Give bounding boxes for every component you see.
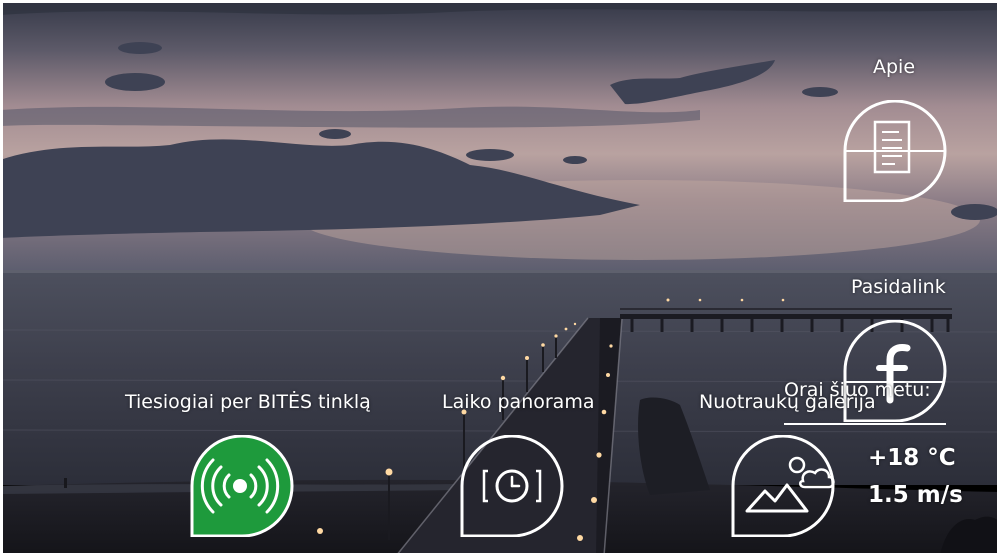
gallery-label: Nuotraukų galerija [699,391,876,413]
live-stream-label: Tiesiogiai per BITĖS tinklą [125,391,371,413]
share-label: Pasidalink [851,276,946,298]
weather-temperature: +18 °C [868,445,956,471]
broadcast-icon [190,435,294,537]
weather-wind: 1.5 m/s [868,482,963,508]
live-stream-button[interactable] [190,435,294,537]
gallery-button[interactable] [731,435,835,537]
about-button[interactable] [843,100,947,202]
timelapse-button[interactable] [460,435,564,537]
timelapse-label: Laiko panorama [442,391,595,413]
weather-divider [784,423,946,425]
document-icon [843,100,947,202]
webcam-view: Apie Pasidalink Orai šiuo metu: +18 °C 1… [0,0,1000,556]
landscape-photo-icon [731,435,835,537]
about-label: Apie [873,56,916,78]
clock-icon [460,435,564,537]
